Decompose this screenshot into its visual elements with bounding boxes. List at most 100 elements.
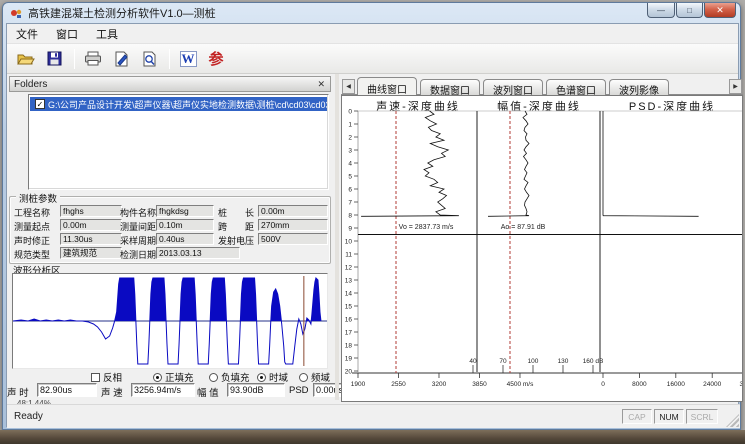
tab-scroll-right-button[interactable]: ▶ (729, 79, 742, 94)
charts-area[interactable]: 0123456789101112131415161718192019002550… (342, 109, 742, 393)
tab-scroll-left-button[interactable]: ◀ (342, 79, 355, 94)
svg-text:17: 17 (345, 330, 353, 337)
menu-item-file[interactable]: 文件 (7, 24, 47, 44)
menu-item-window[interactable]: 窗口 (47, 24, 87, 44)
list-item[interactable]: ✓G:\公司产品设计开发\超声仪器\超声仪实地检测数据\测桩\cd\cd03\c… (30, 97, 327, 111)
svg-text:3200: 3200 (432, 381, 447, 388)
status-cap: CAP (622, 409, 652, 424)
svg-text:70: 70 (499, 358, 507, 365)
svg-text:2: 2 (348, 135, 352, 142)
status-scrl: SCRL (686, 409, 718, 424)
open-button[interactable] (13, 47, 39, 71)
word-export-button[interactable]: W (175, 47, 201, 71)
svg-text:8: 8 (348, 213, 352, 220)
minimize-button[interactable]: — (647, 3, 675, 18)
readout-field: 82.90us (37, 383, 97, 397)
printer-icon (84, 51, 102, 66)
word-icon: W (180, 51, 197, 67)
domain-option[interactable]: 时域 (257, 370, 288, 384)
svg-text:20: 20 (345, 369, 353, 376)
export-button[interactable] (108, 47, 134, 71)
svg-text:Vo = 2837.73 m/s: Vo = 2837.73 m/s (399, 224, 454, 231)
close-icon: ✕ (716, 5, 724, 16)
svg-text:130: 130 (558, 358, 569, 365)
pile-params-group: 测桩参数 工程名称fhghs构件名称fhgkdsg桩 长0.00m测量起点0.0… (9, 196, 331, 264)
pile-params-title: 测桩参数 (16, 191, 60, 205)
readout-label: 声 速 (101, 385, 129, 399)
readout-field: 3256.94m/s (131, 383, 195, 397)
svg-text:4500 m/s: 4500 m/s (507, 381, 534, 388)
folders-close-button[interactable]: ✕ (312, 79, 330, 90)
waveform-plot[interactable] (12, 273, 328, 369)
fill-option-label: 正填充 (165, 370, 194, 384)
tab-curve[interactable]: 曲线窗口 (357, 77, 417, 95)
folder-list[interactable]: ✓G:\公司产品设计开发\超声仪器\超声仪实地检测数据\测桩\cd\cd03\c… (28, 94, 329, 190)
tab-scroll-right-icon: ▶ (733, 83, 738, 90)
menu-item-tools[interactable]: 工具 (87, 24, 127, 44)
svg-text:4: 4 (348, 161, 352, 168)
fill-option[interactable]: 负填充 (209, 370, 250, 384)
close-button[interactable]: ✕ (704, 3, 736, 18)
status-ready-text: Ready (14, 411, 43, 422)
svg-text:13: 13 (345, 278, 353, 285)
svg-text:0: 0 (348, 109, 352, 116)
svg-text:6: 6 (348, 187, 352, 194)
svg-text:7: 7 (348, 200, 352, 207)
param-label: 声时修正 (14, 234, 60, 247)
param-field: fhghs (60, 205, 122, 217)
svg-text:32000: 32000 (740, 381, 742, 388)
menu-bar: 文件窗口工具 (7, 24, 738, 44)
invert-checkbox[interactable]: 反相 (91, 370, 122, 384)
desktop-background (0, 430, 745, 444)
preview-button[interactable] (136, 47, 162, 71)
save-button[interactable] (41, 47, 67, 71)
param-field: fhgkdsg (156, 205, 214, 217)
page-pen-icon (114, 51, 129, 67)
title-bar[interactable]: 高铁建混凝土检测分析软件V1.0—测桩 — □ ✕ (3, 3, 740, 23)
toolbar: W 参 (7, 44, 738, 74)
page-magnifier-icon (142, 51, 157, 67)
radio-icon (257, 373, 266, 382)
maximize-button[interactable]: □ (676, 3, 703, 18)
tab-data[interactable]: 数据窗口 (420, 79, 480, 95)
svg-text:0: 0 (601, 381, 605, 388)
param-label: 跨 距 (218, 220, 260, 233)
checkbox-icon (91, 373, 100, 382)
readouts-row: 声 时82.90us声 速3256.94m/s幅 值93.90dBPSD0.00… (7, 383, 377, 399)
param-field: 270mm (258, 219, 328, 231)
param-field: 11.30us (60, 233, 122, 245)
right-panel: ◀ 曲线窗口数据窗口波列窗口色谱窗口波列影像 ▶ 声速-深度曲线幅值-深度曲线P… (341, 74, 743, 404)
client-area: 文件窗口工具 (6, 23, 739, 427)
svg-text:2550: 2550 (391, 381, 406, 388)
svg-text:10: 10 (345, 239, 353, 246)
checkbox-icon[interactable]: ✓ (35, 99, 45, 109)
status-num: NUM (654, 409, 684, 424)
panel-splitter[interactable] (335, 74, 339, 400)
fill-option-label: 负填充 (221, 370, 250, 384)
resize-grip[interactable] (726, 414, 739, 427)
folders-panel-header[interactable]: Folders ✕ (9, 76, 331, 92)
open-folder-icon (17, 51, 35, 66)
tab-spectrum[interactable]: 色谱窗口 (546, 79, 606, 95)
param-field: 2013.03.13 (156, 247, 240, 259)
domain-option[interactable]: 频域 (299, 370, 330, 384)
wave-options-row: 反相 正填充 负填充时域 频域 (7, 370, 335, 383)
tab-strip: ◀ 曲线窗口数据窗口波列窗口色谱窗口波列影像 ▶ (341, 76, 743, 95)
tab-wavetrain[interactable]: 波列窗口 (483, 79, 543, 95)
parameters-button[interactable]: 参 (203, 47, 229, 71)
svg-text:5: 5 (348, 174, 352, 181)
tab-waveimage[interactable]: 波列影像 (609, 79, 669, 95)
param-label: 测量起点 (14, 220, 60, 233)
save-icon (47, 51, 62, 66)
toolbar-separator (169, 49, 170, 69)
print-button[interactable] (80, 47, 106, 71)
svg-text:19: 19 (345, 356, 353, 363)
fill-option[interactable]: 正填充 (153, 370, 194, 384)
tab-list: 曲线窗口数据窗口波列窗口色谱窗口波列影像 (357, 76, 672, 95)
domain-option-label: 频域 (311, 370, 330, 384)
readout-label: 幅 值 (197, 385, 225, 399)
invert-label: 反相 (103, 370, 122, 384)
svg-text:16000: 16000 (667, 381, 685, 388)
charts-svg: 0123456789101112131415161718192019002550… (342, 109, 742, 393)
radio-icon (153, 373, 162, 382)
